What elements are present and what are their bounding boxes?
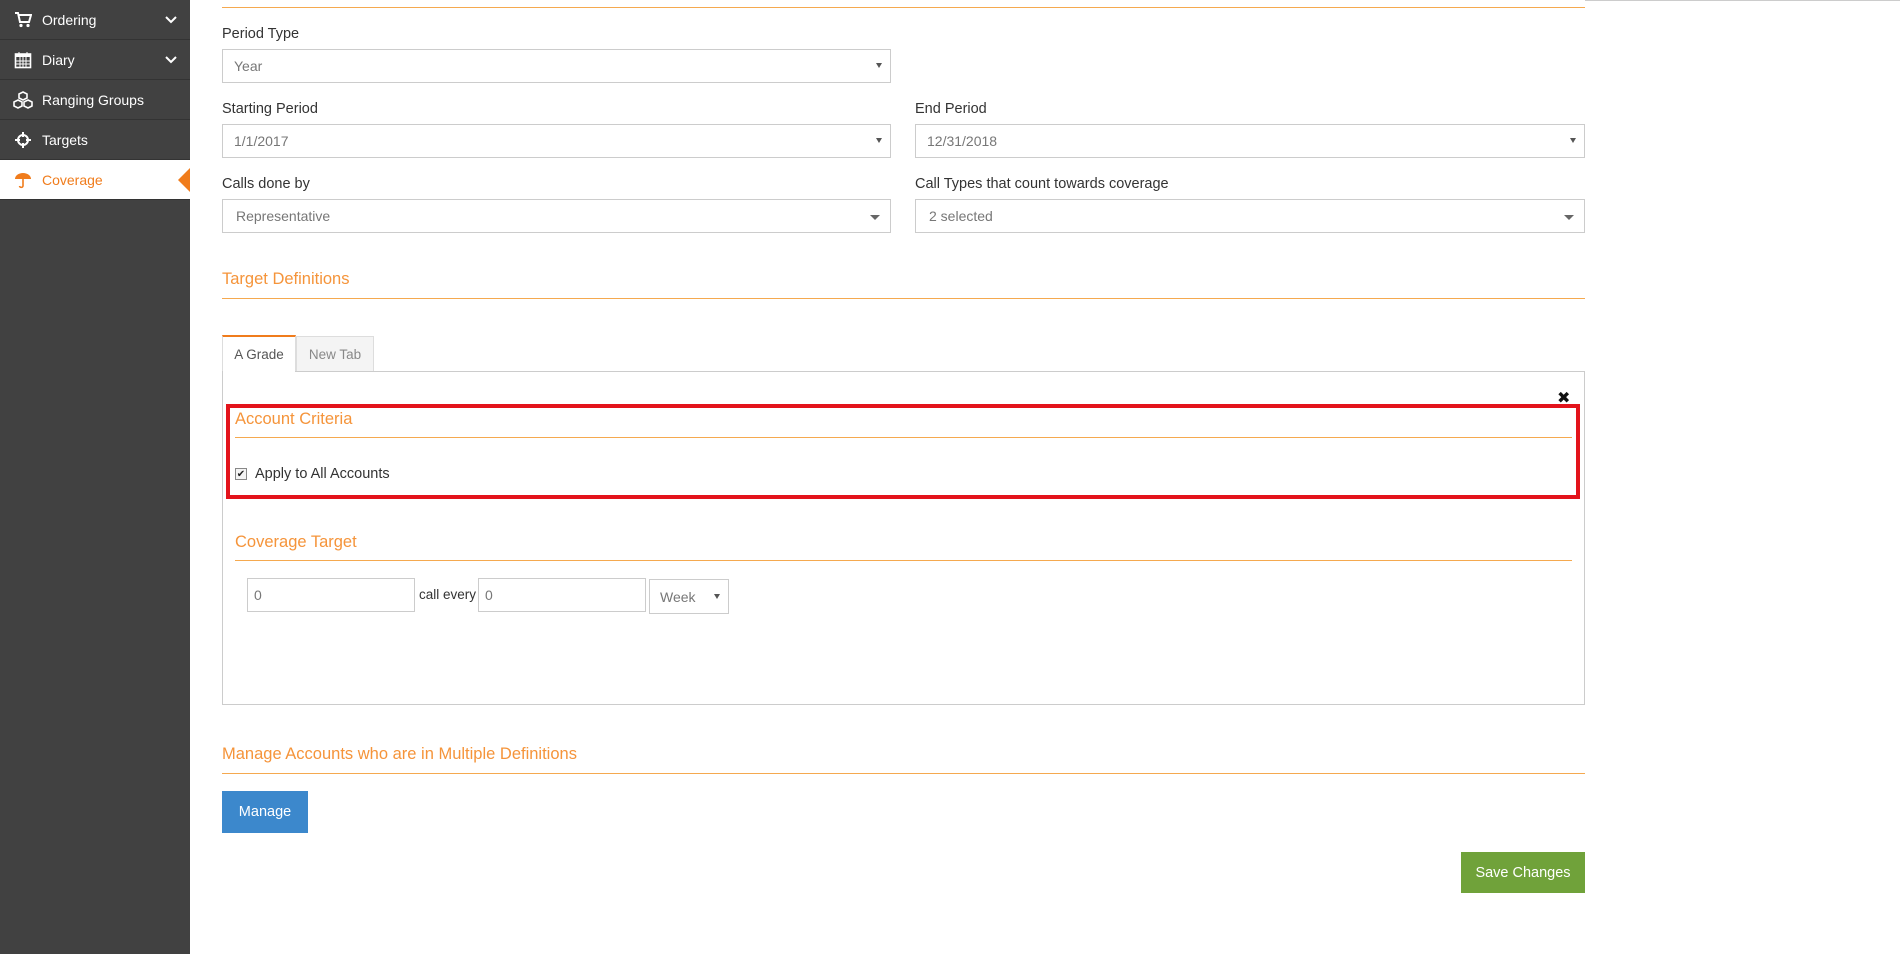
divider: [235, 437, 1572, 438]
tab-connector: [223, 367, 295, 373]
calls-done-by-value: Representative: [236, 208, 331, 224]
interval-unit-value: Week: [660, 588, 696, 605]
interval-input[interactable]: [478, 578, 646, 612]
caret-down-icon: [1570, 138, 1576, 143]
call-every-text: call every: [419, 587, 477, 602]
end-period-select[interactable]: 12/31/2018: [915, 124, 1585, 158]
manage-section-title: Manage Accounts who are in Multiple Defi…: [222, 745, 577, 763]
crosshair-icon: [12, 129, 34, 151]
period-type-label: Period Type: [222, 26, 300, 42]
calendar-icon: [12, 49, 34, 71]
chevron-down-icon: [165, 55, 177, 63]
check-icon: ✔: [236, 468, 246, 480]
starting-period-value: 1/1/2017: [234, 133, 289, 149]
caret-down-icon: [1564, 215, 1574, 220]
cart-icon: [12, 9, 34, 31]
sidebar-item-targets[interactable]: Targets: [0, 120, 190, 160]
apply-all-accounts-checkbox[interactable]: ✔: [235, 468, 247, 480]
sidebar-item-diary[interactable]: Diary: [0, 40, 190, 80]
account-criteria-title: Account Criteria: [235, 410, 353, 428]
highlight-box: [226, 404, 1580, 499]
period-type-select[interactable]: Year: [222, 49, 891, 83]
end-period-label: End Period: [915, 101, 987, 117]
sidebar-item-ordering[interactable]: Ordering: [0, 0, 190, 40]
apply-all-accounts-label: Apply to All Accounts: [255, 466, 390, 482]
divider: [1585, 0, 1900, 1]
sidebar-item-label: Ordering: [42, 11, 97, 28]
sidebar-item-label: Ranging Groups: [42, 91, 144, 108]
call-types-multiselect[interactable]: 2 selected: [915, 199, 1585, 233]
chevron-down-icon: [165, 15, 177, 23]
sidebar-item-label: Diary: [42, 51, 75, 68]
calls-done-by-select[interactable]: Representative: [222, 199, 891, 233]
caret-down-icon: [870, 215, 880, 220]
sidebar-item-label: Targets: [42, 131, 88, 148]
divider: [235, 560, 1572, 561]
cubes-icon: [12, 89, 34, 111]
manage-button[interactable]: Manage: [222, 791, 308, 833]
tab-label: A Grade: [234, 347, 284, 362]
call-types-label: Call Types that count towards coverage: [915, 176, 1169, 192]
divider: [222, 773, 1585, 774]
interval-unit-select[interactable]: Week: [649, 579, 729, 614]
divider: [222, 298, 1585, 299]
caret-down-icon: [876, 63, 882, 68]
starting-period-select[interactable]: 1/1/2017: [222, 124, 891, 158]
tab-label: New Tab: [308, 346, 362, 362]
coverage-target-title: Coverage Target: [235, 533, 357, 551]
tab-new-tab[interactable]: New Tab: [296, 336, 374, 372]
call-types-value: 2 selected: [929, 208, 993, 224]
caret-down-icon: [714, 594, 720, 599]
caret-down-icon: [876, 138, 882, 143]
sidebar-item-label: Coverage: [42, 171, 103, 188]
period-type-value: Year: [234, 58, 263, 74]
sidebar: Ordering Diary Ranging Groups Targets Co…: [0, 0, 190, 954]
umbrella-icon: [12, 169, 34, 191]
starting-period-label: Starting Period: [222, 101, 318, 117]
save-changes-button[interactable]: Save Changes: [1461, 852, 1585, 893]
calls-count-input[interactable]: [247, 578, 415, 612]
end-period-value: 12/31/2018: [927, 133, 998, 149]
target-definitions-title: Target Definitions: [222, 270, 350, 288]
calls-done-by-label: Calls done by: [222, 176, 310, 192]
sidebar-item-coverage[interactable]: Coverage: [0, 160, 190, 200]
divider: [222, 7, 1585, 8]
sidebar-item-ranging-groups[interactable]: Ranging Groups: [0, 80, 190, 120]
